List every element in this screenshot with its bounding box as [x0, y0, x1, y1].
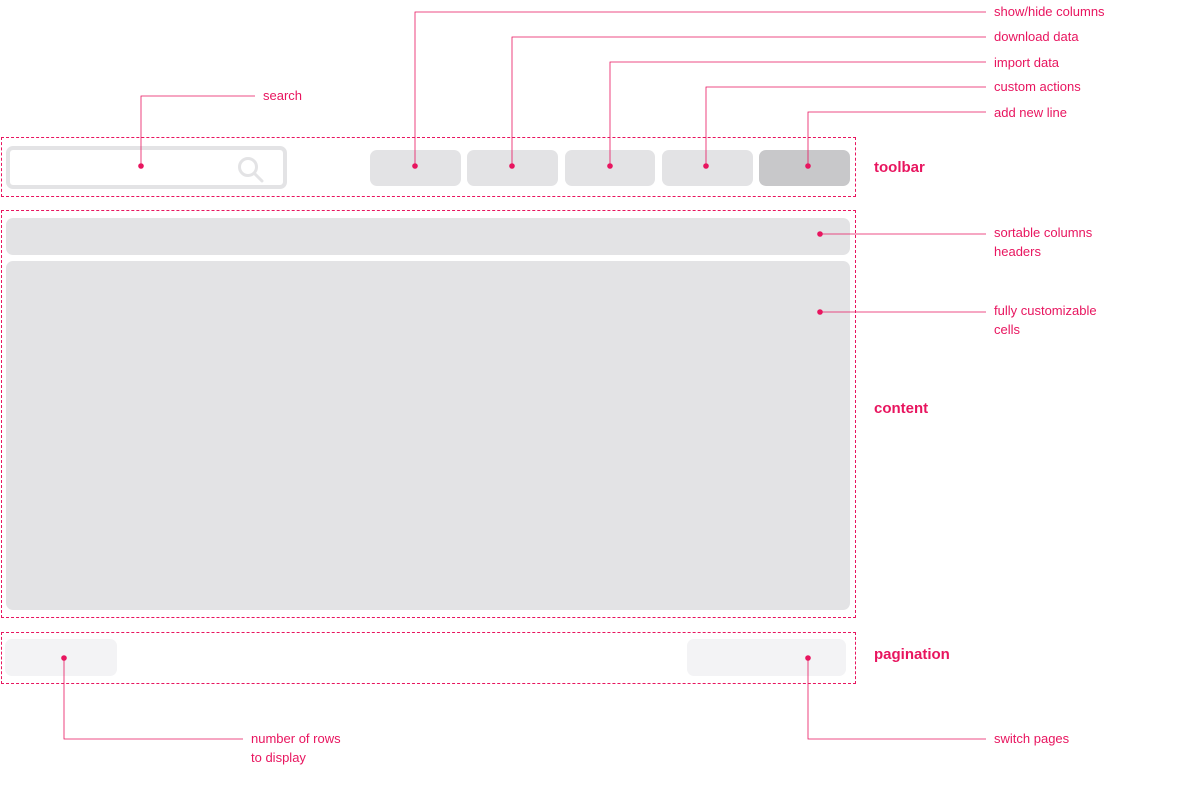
- search-annotation: search: [263, 88, 303, 103]
- search-icon: [238, 157, 264, 183]
- page-switcher[interactable]: [687, 639, 846, 676]
- import-data-button[interactable]: [565, 150, 655, 186]
- toolbar-section-label: toolbar: [874, 159, 925, 176]
- search-input[interactable]: [6, 146, 287, 189]
- content-section-label: content: [874, 400, 929, 417]
- download-data-button[interactable]: [467, 150, 558, 186]
- rows-to-display-annotation-line2: to display: [251, 750, 306, 765]
- add-new-line-button[interactable]: [759, 150, 850, 186]
- custom-cells-annotation-line2: cells: [994, 322, 1021, 337]
- switch-pages-annotation: switch pages: [994, 731, 1070, 746]
- import-data-annotation: import data: [994, 55, 1060, 70]
- show-hide-columns-annotation: show/hide columns: [994, 4, 1105, 19]
- rows-per-page-select[interactable]: [5, 639, 117, 676]
- sortable-headers-annotation-line2: headers: [994, 244, 1041, 259]
- column-headers-row[interactable]: [6, 218, 850, 255]
- pagination-section-label: pagination: [874, 646, 950, 663]
- show-hide-columns-button[interactable]: [370, 150, 461, 186]
- download-data-annotation: download data: [994, 29, 1079, 44]
- custom-actions-annotation: custom actions: [994, 79, 1081, 94]
- sortable-headers-annotation-line1: sortable columns: [994, 225, 1093, 240]
- add-new-line-annotation: add new line: [994, 105, 1067, 120]
- custom-actions-button[interactable]: [662, 150, 753, 186]
- table-cells-area: [6, 261, 850, 610]
- rows-to-display-annotation-line1: number of rows: [251, 731, 341, 746]
- custom-cells-annotation-line1: fully customizable: [994, 303, 1097, 318]
